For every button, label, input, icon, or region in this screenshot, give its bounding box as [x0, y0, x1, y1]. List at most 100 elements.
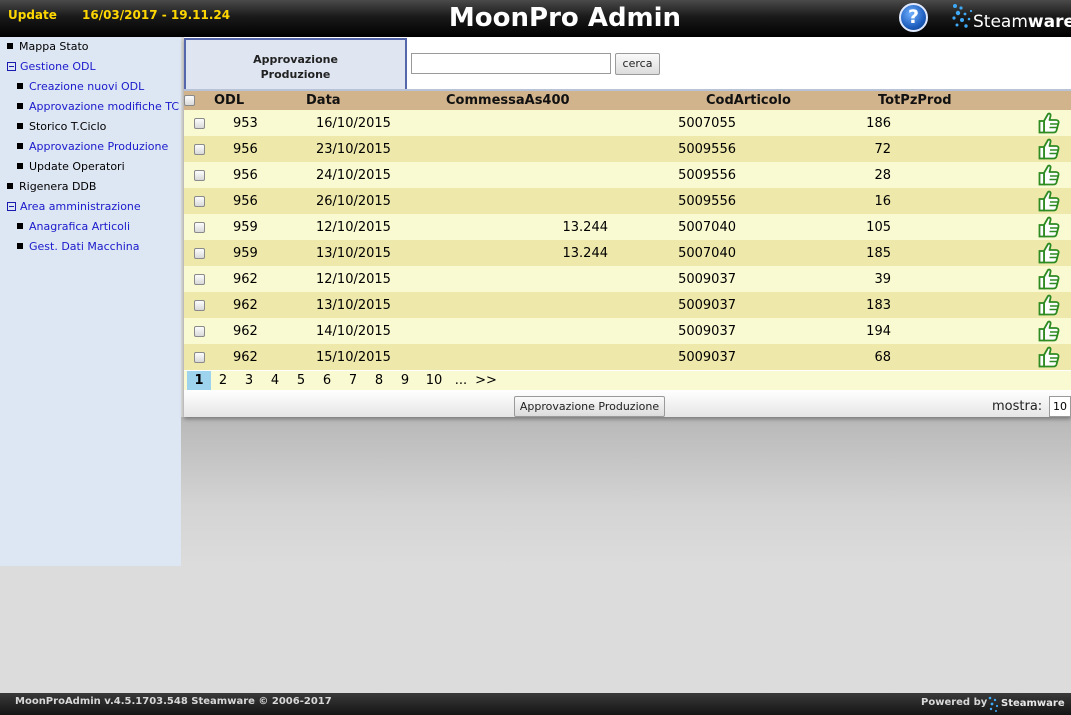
cell-totpzprod: 28: [820, 162, 970, 188]
sidebar-item-gestione-odl[interactable]: Gestione ODL: [7, 58, 96, 76]
collapse-icon[interactable]: [7, 62, 16, 71]
cell-codarticolo: 5009037: [652, 266, 820, 292]
pager-page-6[interactable]: 6: [318, 371, 336, 390]
row-checkbox[interactable]: [193, 169, 205, 181]
cell-action: [970, 266, 1071, 292]
row-checkbox[interactable]: [193, 143, 205, 155]
cell-commessa: [418, 266, 652, 292]
col-header-commessa[interactable]: CommessaAs400: [418, 91, 652, 110]
steamware-logo: Steamware: [948, 2, 1071, 35]
thumbs-up-icon[interactable]: [1037, 111, 1061, 135]
pager-page-3[interactable]: 3: [240, 371, 258, 390]
table-row[interactable]: 956 26/10/2015 5009556 16: [184, 188, 1071, 214]
sidebar-item-update-operatori[interactable]: Update Operatori: [17, 158, 125, 176]
sidebar-item-rigenera-ddb[interactable]: Rigenera DDB: [7, 178, 96, 196]
sidebar-item-approvazione-modifiche-tc[interactable]: Approvazione modifiche TC: [17, 98, 179, 116]
pager: 1 2 3 4 5 6 7 8 9 10... >>: [184, 371, 1071, 390]
sidebar-item-gest-dati-macchina[interactable]: Gest. Dati Macchina: [17, 238, 139, 256]
cell-commessa: [418, 344, 652, 370]
pager-more-button[interactable]: ...: [450, 371, 472, 390]
col-header-codarticolo[interactable]: CodArticolo: [652, 91, 820, 110]
thumbs-up-icon[interactable]: [1037, 267, 1061, 291]
search-input[interactable]: [411, 53, 611, 74]
row-checkbox[interactable]: [193, 299, 205, 311]
sidebar-item-approvazione-produzione[interactable]: Approvazione Produzione: [17, 138, 168, 156]
row-checkbox[interactable]: [193, 247, 205, 259]
thumbs-up-icon[interactable]: [1037, 189, 1061, 213]
table-row[interactable]: 956 23/10/2015 5009556 72: [184, 136, 1071, 162]
table-row[interactable]: 962 15/10/2015 5009037 68: [184, 344, 1071, 370]
cell-codarticolo: 5009037: [652, 292, 820, 318]
thumbs-up-icon[interactable]: [1037, 137, 1061, 161]
row-checkbox[interactable]: [193, 273, 205, 285]
pager-page-1[interactable]: 1: [187, 371, 211, 390]
pager-next-button[interactable]: >>: [474, 371, 498, 390]
footer-logo-mark-icon: [988, 696, 999, 712]
thumbs-up-icon[interactable]: [1037, 241, 1061, 265]
row-checkbox[interactable]: [193, 117, 205, 129]
table-row[interactable]: 962 13/10/2015 5009037 183: [184, 292, 1071, 318]
pager-page-10[interactable]: 10: [423, 371, 445, 390]
thumbs-up-icon[interactable]: [1037, 319, 1061, 343]
cell-data: 14/10/2015: [292, 318, 418, 344]
row-checkbox[interactable]: [193, 195, 205, 207]
table-row[interactable]: 959 13/10/2015 13.244 5007040 185: [184, 240, 1071, 266]
col-header-data[interactable]: Data: [292, 91, 418, 110]
thumbs-up-icon[interactable]: [1037, 293, 1061, 317]
pager-page-4[interactable]: 4: [266, 371, 284, 390]
thumbs-up-icon[interactable]: [1037, 163, 1061, 187]
cell-totpzprod: 68: [820, 344, 970, 370]
cell-data: 15/10/2015: [292, 344, 418, 370]
cell-data: 16/10/2015: [292, 110, 418, 136]
bullet-icon: [17, 123, 23, 129]
col-header-odl[interactable]: ODL: [214, 91, 292, 110]
table-row[interactable]: 959 12/10/2015 13.244 5007040 105: [184, 214, 1071, 240]
select-all-checkbox[interactable]: [184, 95, 195, 106]
row-checkbox[interactable]: [193, 221, 205, 233]
cell-commessa: [418, 110, 652, 136]
search-button[interactable]: cerca: [615, 53, 660, 75]
sidebar: Mappa Stato Gestione ODL Creazione nuovi O…: [0, 37, 181, 566]
col-header-totpzprod[interactable]: TotPzProd: [820, 91, 970, 110]
row-select-cell: [184, 136, 214, 162]
cell-odl: 953: [214, 110, 292, 136]
cell-codarticolo: 5009556: [652, 136, 820, 162]
cell-data: 23/10/2015: [292, 136, 418, 162]
help-icon[interactable]: ?: [899, 3, 928, 32]
cell-odl: 959: [214, 214, 292, 240]
cell-action: [970, 214, 1071, 240]
sidebar-item-anagrafica-articoli[interactable]: Anagrafica Articoli: [17, 218, 130, 236]
pager-page-8[interactable]: 8: [370, 371, 388, 390]
table-row[interactable]: 962 12/10/2015 5009037 39: [184, 266, 1071, 292]
row-select-cell: [184, 266, 214, 292]
bullet-icon: [17, 223, 23, 229]
cell-odl: 956: [214, 136, 292, 162]
pager-page-2[interactable]: 2: [214, 371, 232, 390]
collapse-icon[interactable]: [7, 202, 16, 211]
logo-text-end: ware: [1027, 12, 1071, 32]
sidebar-item-area-amministrazione[interactable]: Area amministrazione: [7, 198, 141, 216]
tab-approvazione-produzione[interactable]: Approvazione Produzione: [184, 38, 407, 89]
sidebar-item-label: Rigenera DDB: [19, 180, 97, 193]
table-row[interactable]: 956 24/10/2015 5009556 28: [184, 162, 1071, 188]
sidebar-item-creazione-nuovi-odl[interactable]: Creazione nuovi ODL: [17, 78, 144, 96]
thumbs-up-icon[interactable]: [1037, 345, 1061, 369]
sidebar-item-label: Creazione nuovi ODL: [29, 80, 145, 93]
thumbs-up-icon[interactable]: [1037, 215, 1061, 239]
table-row[interactable]: 962 14/10/2015 5009037 194: [184, 318, 1071, 344]
sidebar-item-storico-t-ciclo[interactable]: Storico T.Ciclo: [17, 118, 106, 136]
cell-totpzprod: 105: [820, 214, 970, 240]
approve-production-button[interactable]: Approvazione Produzione: [514, 396, 665, 417]
sidebar-item-mappa-stato[interactable]: Mappa Stato: [7, 38, 89, 56]
sidebar-item-label: Mappa Stato: [19, 40, 89, 53]
pager-page-9[interactable]: 9: [396, 371, 414, 390]
footer-logo-text: Steamware: [1001, 698, 1065, 709]
cell-codarticolo: 5009037: [652, 318, 820, 344]
powered-by-text: Powered by: [921, 697, 988, 708]
table-row[interactable]: 953 16/10/2015 5007055 186: [184, 110, 1071, 136]
row-checkbox[interactable]: [193, 325, 205, 337]
pager-page-7[interactable]: 7: [344, 371, 362, 390]
pager-page-5[interactable]: 5: [292, 371, 310, 390]
page-size-input[interactable]: 10: [1049, 396, 1071, 417]
row-checkbox[interactable]: [193, 351, 205, 363]
